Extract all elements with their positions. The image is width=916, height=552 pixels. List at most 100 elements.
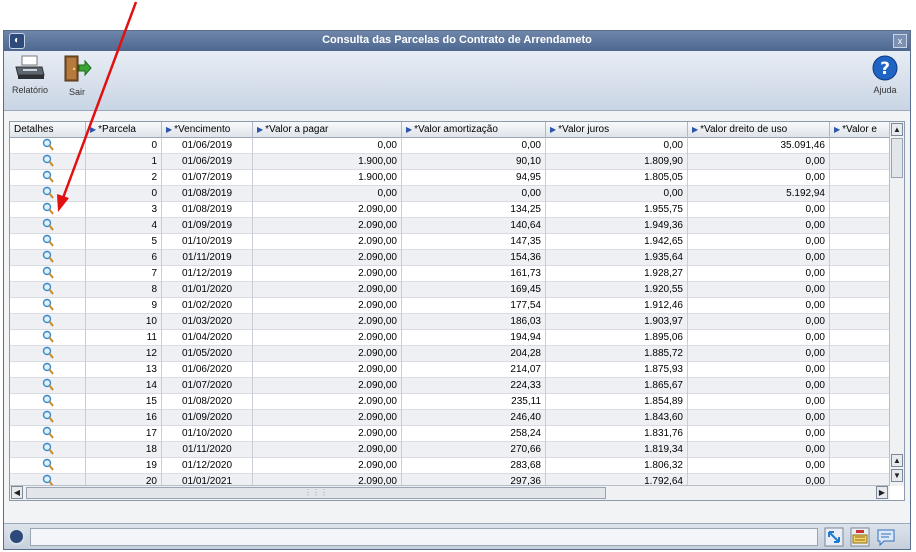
column-header[interactable]: ▶ *Valor juros (546, 122, 688, 138)
details-magnifier-icon[interactable] (10, 234, 86, 250)
table-cell: 0,00 (688, 426, 830, 442)
table-row[interactable]: 0 01/08/2019 0,00 0,00 0,00 5.192,94 (10, 186, 890, 202)
column-header[interactable]: Detalhes (10, 122, 86, 138)
table-row[interactable]: 17 01/10/2020 2.090,00 258,24 1.831,76 0,00 (10, 426, 890, 442)
vertical-scroll-thumb[interactable] (891, 138, 903, 178)
table-cell (830, 346, 890, 362)
details-magnifier-icon[interactable] (10, 202, 86, 218)
table-cell: 15 (86, 394, 162, 410)
table-cell: 01/01/2020 (162, 282, 253, 298)
column-header[interactable]: ▶ *Valor a pagar (253, 122, 402, 138)
details-magnifier-icon[interactable] (10, 138, 86, 154)
chat-icon[interactable] (876, 527, 896, 547)
table-row[interactable]: 16 01/09/2020 2.090,00 246,40 1.843,60 0,00 (10, 410, 890, 426)
details-magnifier-icon[interactable] (10, 410, 86, 426)
report-button[interactable]: Relatório (10, 55, 50, 95)
details-magnifier-icon[interactable] (10, 250, 86, 266)
close-button[interactable]: x (893, 34, 907, 48)
help-button[interactable]: ? Ajuda (870, 55, 900, 95)
table-row[interactable]: 15 01/08/2020 2.090,00 235,11 1.854,89 0,00 (10, 394, 890, 410)
details-magnifier-icon[interactable] (10, 298, 86, 314)
table-cell: 17 (86, 426, 162, 442)
table-cell: 01/02/2020 (162, 298, 253, 314)
printer-icon (15, 55, 45, 79)
table-row[interactable]: 3 01/08/2019 2.090,00 134,25 1.955,75 0,00 (10, 202, 890, 218)
exit-label: Sair (68, 87, 85, 97)
column-header[interactable]: ▶ *Valor amortização (402, 122, 546, 138)
column-header[interactable]: ▶ *Vencimento (162, 122, 253, 138)
details-magnifier-icon[interactable] (10, 314, 86, 330)
table-row[interactable]: 0 01/06/2019 0,00 0,00 0,00 35.091,46 (10, 138, 890, 154)
table-row[interactable]: 6 01/11/2019 2.090,00 154,36 1.935,64 0,00 (10, 250, 890, 266)
column-header[interactable]: ▶ *Parcela (86, 122, 162, 138)
table-row[interactable]: 5 01/10/2019 2.090,00 147,35 1.942,65 0,00 (10, 234, 890, 250)
table-cell: 01/06/2019 (162, 138, 253, 154)
table-row[interactable]: 2 01/07/2019 1.900,00 94,95 1.805,05 0,00 (10, 170, 890, 186)
exit-button[interactable]: Sair (62, 55, 92, 97)
table-cell: 1.865,67 (546, 378, 688, 394)
scroll-up-button[interactable]: ▲ (891, 123, 903, 136)
table-cell: 01/07/2019 (162, 170, 253, 186)
table-cell: 01/12/2019 (162, 266, 253, 282)
exit-door-icon (64, 55, 92, 82)
table-row[interactable]: 14 01/07/2020 2.090,00 224,33 1.865,67 0,00 (10, 378, 890, 394)
table-row[interactable]: 1 01/06/2019 1.900,00 90,10 1.809,90 0,00 (10, 154, 890, 170)
horizontal-scrollbar[interactable]: ◀ ⋮⋮⋮ ▶ (10, 485, 890, 500)
table-cell: 0,00 (688, 154, 830, 170)
scroll-left-button[interactable]: ◀ (11, 486, 23, 499)
keyboard-icon[interactable] (850, 527, 870, 547)
table-row[interactable]: 18 01/11/2020 2.090,00 270,66 1.819,34 0,00 (10, 442, 890, 458)
details-magnifier-icon[interactable] (10, 186, 86, 202)
details-magnifier-icon[interactable] (10, 330, 86, 346)
column-header[interactable]: ▶ *Valor dreito de uso (688, 122, 830, 138)
details-magnifier-icon[interactable] (10, 442, 86, 458)
table-row[interactable]: 19 01/12/2020 2.090,00 283,68 1.806,32 0,00 (10, 458, 890, 474)
table-cell: 3 (86, 202, 162, 218)
vertical-scrollbar[interactable]: ▲ ▲ ▼ (889, 122, 904, 486)
details-magnifier-icon[interactable] (10, 282, 86, 298)
scroll-page-up-button[interactable]: ▲ (891, 454, 903, 467)
table-row[interactable]: 9 01/02/2020 2.090,00 177,54 1.912,46 0,00 (10, 298, 890, 314)
table-cell: 140,64 (402, 218, 546, 234)
details-magnifier-icon[interactable] (10, 170, 86, 186)
table-cell: 1.875,93 (546, 362, 688, 378)
table-cell: 0,00 (688, 202, 830, 218)
table-row[interactable]: 11 01/04/2020 2.090,00 194,94 1.895,06 0,00 (10, 330, 890, 346)
horizontal-scroll-thumb[interactable]: ⋮⋮⋮ (26, 487, 606, 499)
table-cell: 01/09/2020 (162, 410, 253, 426)
details-magnifier-icon[interactable] (10, 266, 86, 282)
table-row[interactable]: 13 01/06/2020 2.090,00 214,07 1.875,93 0,00 (10, 362, 890, 378)
dialog-window: ◐ Consulta das Parcelas do Contrato de A… (3, 30, 911, 550)
table-cell (830, 426, 890, 442)
table-row[interactable]: 4 01/09/2019 2.090,00 140,64 1.949,36 0,00 (10, 218, 890, 234)
table-cell (830, 314, 890, 330)
details-magnifier-icon[interactable] (10, 458, 86, 474)
details-magnifier-icon[interactable] (10, 378, 86, 394)
details-magnifier-icon[interactable] (10, 218, 86, 234)
table-cell: 1.805,05 (546, 170, 688, 186)
table-cell: 147,35 (402, 234, 546, 250)
table-cell: 01/11/2020 (162, 442, 253, 458)
table-cell (830, 378, 890, 394)
table-row[interactable]: 8 01/01/2020 2.090,00 169,45 1.920,55 0,00 (10, 282, 890, 298)
details-magnifier-icon[interactable] (10, 362, 86, 378)
column-header[interactable]: ▶ *Valor e (830, 122, 890, 138)
scroll-right-button[interactable]: ▶ (876, 486, 888, 499)
details-magnifier-icon[interactable] (10, 346, 86, 362)
svg-text:?: ? (880, 59, 890, 79)
window-title: Consulta das Parcelas do Contrato de Arr… (322, 34, 592, 46)
table-cell: 0,00 (253, 186, 402, 202)
table-row[interactable]: 12 01/05/2020 2.090,00 204,28 1.885,72 0,00 (10, 346, 890, 362)
details-magnifier-icon[interactable] (10, 426, 86, 442)
details-magnifier-icon[interactable] (10, 154, 86, 170)
table-cell: 01/03/2020 (162, 314, 253, 330)
resize-arrow-icon[interactable] (824, 527, 844, 547)
details-magnifier-icon[interactable] (10, 394, 86, 410)
table-cell (830, 170, 890, 186)
table-cell: 2.090,00 (253, 346, 402, 362)
table-cell: 246,40 (402, 410, 546, 426)
table-row[interactable]: 10 01/03/2020 2.090,00 186,03 1.903,97 0,00 (10, 314, 890, 330)
scroll-down-button[interactable]: ▼ (891, 469, 903, 482)
table-row[interactable]: 7 01/12/2019 2.090,00 161,73 1.928,27 0,00 (10, 266, 890, 282)
table-cell: 01/10/2019 (162, 234, 253, 250)
